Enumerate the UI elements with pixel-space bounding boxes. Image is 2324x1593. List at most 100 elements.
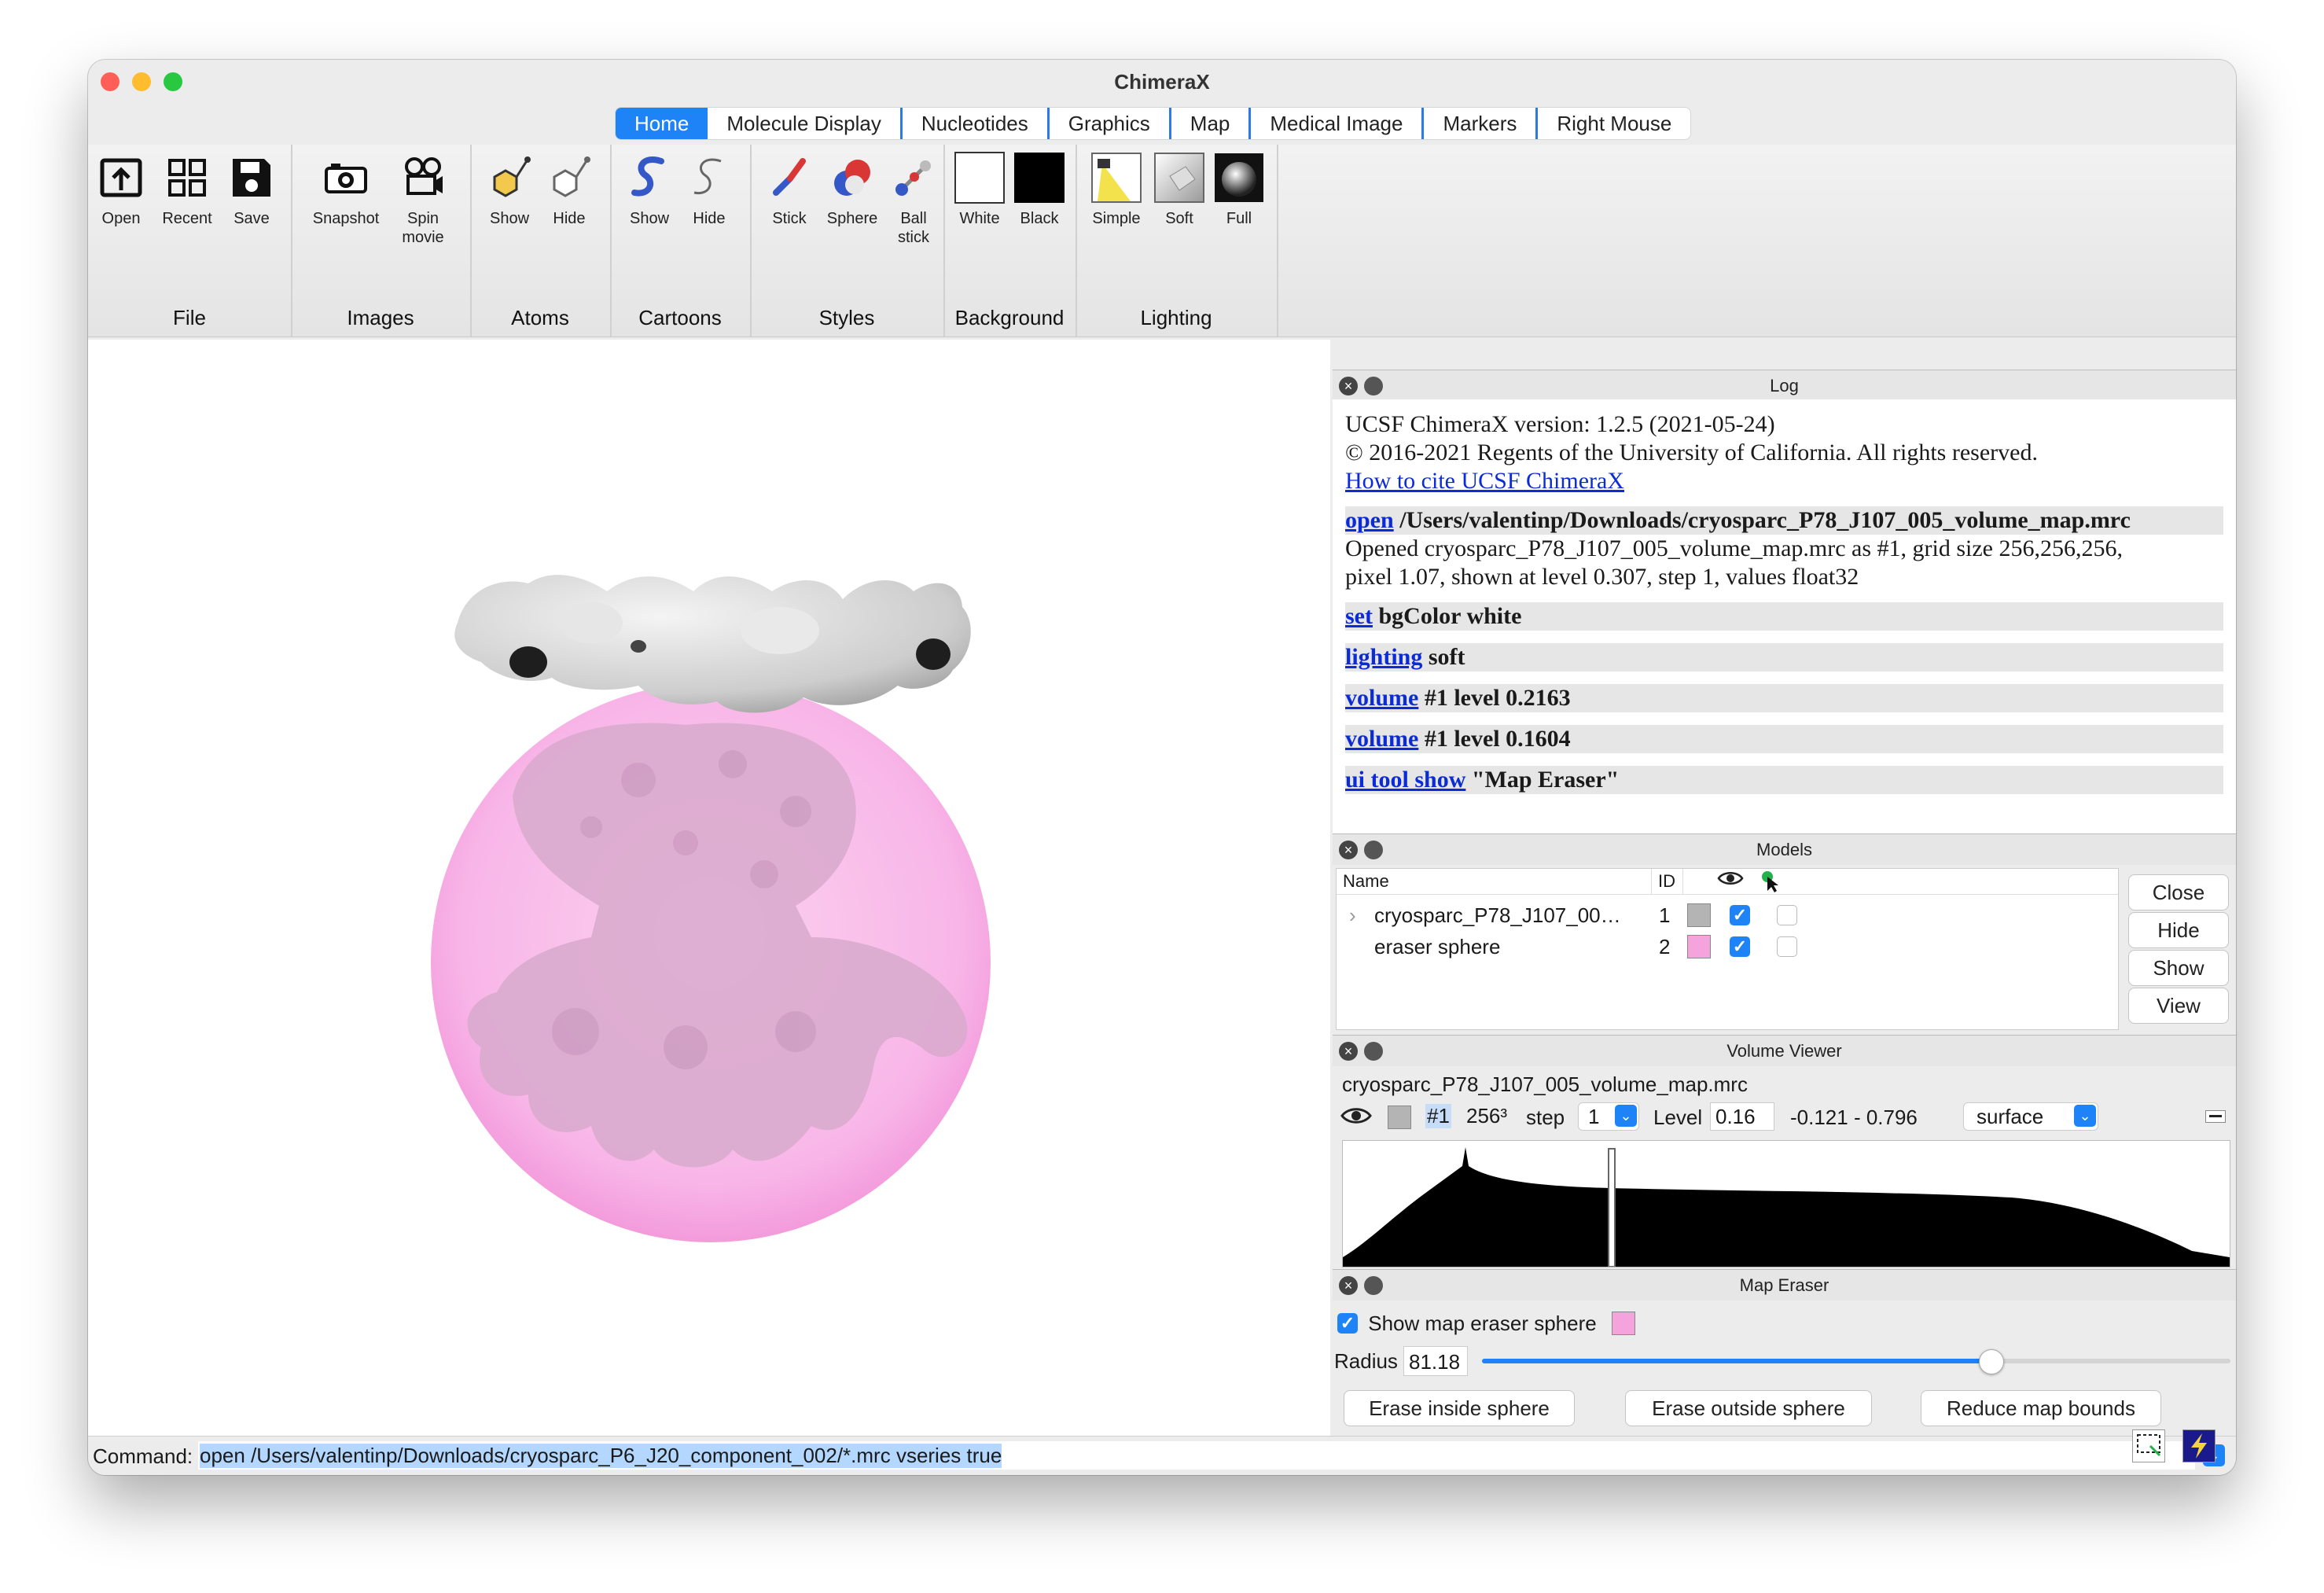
selection-inspector-icon[interactable] xyxy=(2132,1429,2165,1462)
expand-chevron-icon[interactable]: › xyxy=(1349,900,1356,930)
undock-icon[interactable] xyxy=(1364,377,1383,395)
group-lighting: Simple Soft Full Lighting xyxy=(1076,145,1278,337)
group-label-cartoons: Cartoons xyxy=(638,306,722,329)
hide-cartoons-button[interactable]: Hide xyxy=(679,153,739,228)
stick-style-button[interactable]: Stick xyxy=(759,153,819,228)
show-cartoons-button[interactable]: Show xyxy=(620,153,679,228)
hide-models-button[interactable]: Hide xyxy=(2128,912,2229,948)
log-command-link[interactable]: open xyxy=(1345,507,1394,533)
tab-graphics[interactable]: Graphics xyxy=(1050,108,1171,139)
ball-stick-icon xyxy=(888,153,939,203)
ribbon-toolbar: Open Recent Save File Snapshot Spin movi… xyxy=(88,145,2236,337)
model-shown-checkbox[interactable]: ✓ xyxy=(1730,905,1750,925)
volume-viewer-panel: cryosparc_P78_J107_005_volume_map.mrc #1… xyxy=(1333,1066,2236,1269)
tab-medical-image[interactable]: Medical Image xyxy=(1251,108,1425,139)
sphere-style-button[interactable]: Sphere xyxy=(822,153,882,228)
snapshot-button[interactable]: Snapshot xyxy=(308,153,384,228)
undock-icon[interactable] xyxy=(1364,1042,1383,1061)
minimize-window-button[interactable] xyxy=(132,72,151,91)
map-eraser-title: × Map Eraser xyxy=(1333,1269,2236,1302)
show-atoms-button[interactable]: Show xyxy=(480,153,539,228)
hide-cartoon-icon xyxy=(684,153,734,203)
radius-slider[interactable] xyxy=(1482,1349,2230,1374)
volume-color-swatch[interactable] xyxy=(1388,1106,1411,1129)
log-opened-message: Opened cryosparc_P78_J107_005_volume_map… xyxy=(1345,535,2123,590)
save-disk-icon xyxy=(226,153,277,203)
group-label-atoms: Atoms xyxy=(511,306,569,329)
view-models-button[interactable]: View xyxy=(2128,988,2229,1024)
close-window-button[interactable] xyxy=(101,72,120,91)
spin-movie-button[interactable]: Spin movie xyxy=(390,153,456,247)
model-selected-checkbox[interactable] xyxy=(1777,936,1797,957)
sphere-icon xyxy=(827,153,877,203)
erase-inside-button[interactable]: Erase inside sphere xyxy=(1344,1390,1575,1426)
molecule-rendering[interactable] xyxy=(88,340,1330,1436)
log-command-link[interactable]: lighting xyxy=(1345,644,1422,670)
recent-button[interactable]: Recent xyxy=(157,153,217,228)
close-icon[interactable]: × xyxy=(1339,1042,1358,1061)
ball-stick-style-button[interactable]: Ball stick xyxy=(884,153,943,247)
table-row[interactable]: › cryosparc_P78_J107_00… 1 ✓ xyxy=(1337,900,2118,930)
eye-icon[interactable] xyxy=(1340,1106,1372,1131)
show-atoms-icon xyxy=(484,153,535,203)
tab-home[interactable]: Home xyxy=(616,108,708,139)
open-button[interactable]: Open xyxy=(91,153,151,228)
erase-outside-button[interactable]: Erase outside sphere xyxy=(1625,1390,1872,1426)
black-background-button[interactable]: Black xyxy=(1009,153,1069,228)
recent-grid-icon xyxy=(162,153,212,203)
close-icon[interactable]: × xyxy=(1339,377,1358,395)
log-command-volume-1: volume #1 level 0.2163 xyxy=(1345,684,2223,712)
collapse-icon[interactable] xyxy=(2205,1110,2226,1123)
close-icon[interactable]: × xyxy=(1339,1276,1358,1295)
save-button[interactable]: Save xyxy=(222,153,281,228)
graphics-viewport[interactable] xyxy=(88,340,1330,1436)
radius-input[interactable]: 81.18 xyxy=(1403,1346,1468,1376)
volume-controls-row: #1 256³ step 1 ⌄ Level 0.16 -0.121 - 0.7… xyxy=(1340,1101,2229,1132)
undock-icon[interactable] xyxy=(1364,841,1383,859)
hide-atoms-button[interactable]: Hide xyxy=(539,153,599,228)
tab-right-mouse[interactable]: Right Mouse xyxy=(1538,108,1690,139)
close-models-button[interactable]: Close xyxy=(2128,874,2229,911)
table-row[interactable]: eraser sphere 2 ✓ xyxy=(1337,932,2118,962)
undock-icon[interactable] xyxy=(1364,1276,1383,1295)
radius-slider-fill xyxy=(1482,1359,1991,1363)
model-color-swatch[interactable] xyxy=(1687,903,1711,927)
level-threshold-marker[interactable] xyxy=(1608,1148,1616,1267)
cite-link[interactable]: How to cite UCSF ChimeraX xyxy=(1345,468,1624,494)
map-density-exposed xyxy=(454,575,971,713)
sphere-color-swatch[interactable] xyxy=(1611,1312,1635,1336)
close-icon[interactable]: × xyxy=(1339,841,1358,859)
soft-lighting-icon xyxy=(1154,153,1204,203)
step-select[interactable]: 1 ⌄ xyxy=(1578,1102,1639,1131)
model-shown-checkbox[interactable]: ✓ xyxy=(1730,936,1750,957)
style-select[interactable]: surface ⌄ xyxy=(1963,1102,2098,1131)
zoom-window-button[interactable] xyxy=(164,72,182,91)
log-command-link[interactable]: ui tool show xyxy=(1345,767,1465,793)
command-input[interactable]: open /Users/valentinp/Downloads/cryospar… xyxy=(198,1441,2195,1470)
full-lighting-icon xyxy=(1214,153,1264,203)
models-table-header: Name ID xyxy=(1337,869,2118,895)
model-selected-checkbox[interactable] xyxy=(1777,905,1797,925)
chevron-down-icon: ⌄ xyxy=(2074,1105,2096,1127)
histogram[interactable] xyxy=(1342,1140,2230,1267)
full-lighting-button[interactable]: Full xyxy=(1209,153,1269,228)
tab-molecule-display[interactable]: Molecule Display xyxy=(708,108,903,139)
soft-lighting-button[interactable]: Soft xyxy=(1149,153,1209,228)
group-styles: Stick Sphere Ball stick Styles xyxy=(750,145,945,337)
log-command-link[interactable]: set xyxy=(1345,603,1373,629)
log-command-link[interactable]: volume xyxy=(1345,685,1418,711)
reduce-map-bounds-button[interactable]: Reduce map bounds xyxy=(1921,1390,2161,1426)
tab-map[interactable]: Map xyxy=(1171,108,1252,139)
model-color-swatch[interactable] xyxy=(1687,935,1711,958)
lightning-icon[interactable] xyxy=(2182,1429,2216,1462)
level-input[interactable]: 0.16 xyxy=(1710,1102,1774,1131)
tab-nucleotides[interactable]: Nucleotides xyxy=(903,108,1050,139)
simple-lighting-button[interactable]: Simple xyxy=(1087,153,1146,228)
white-background-button[interactable]: White xyxy=(950,152,1009,228)
radius-slider-handle[interactable] xyxy=(1979,1349,2005,1374)
tab-markers[interactable]: Markers xyxy=(1424,108,1539,139)
log-command-link[interactable]: volume xyxy=(1345,726,1418,752)
log-panel: UCSF ChimeraX version: 1.2.5 (2021-05-24… xyxy=(1333,399,2236,833)
show-sphere-checkbox[interactable]: ✓ xyxy=(1337,1313,1358,1334)
show-models-button[interactable]: Show xyxy=(2128,950,2229,986)
